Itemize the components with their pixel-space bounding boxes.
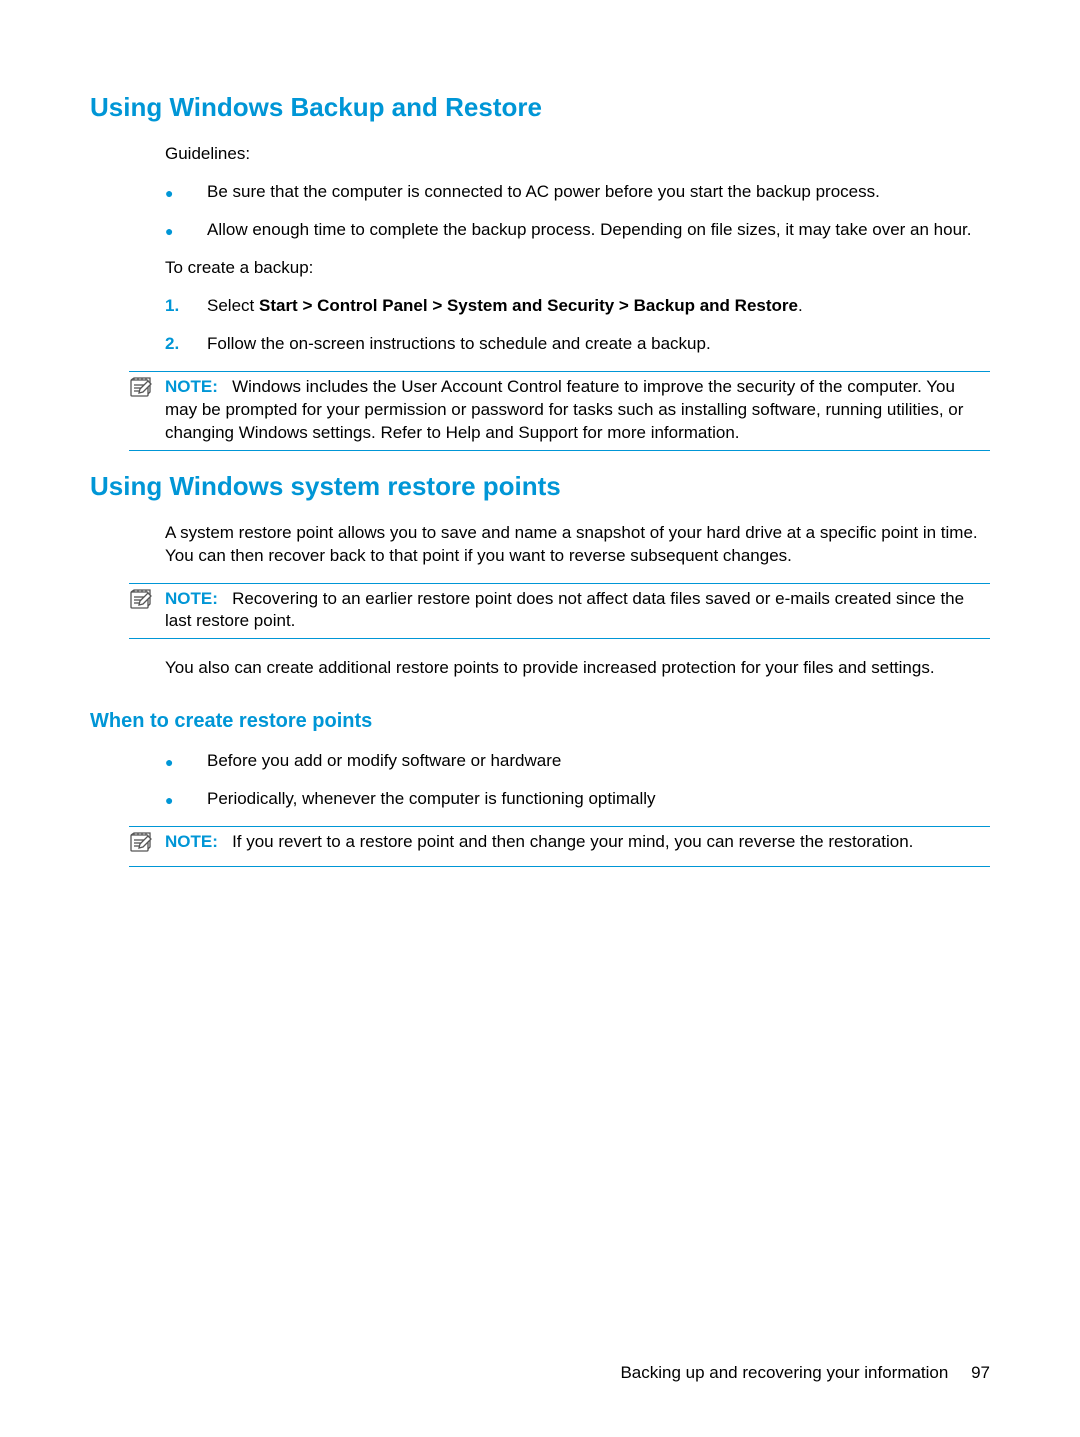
note-content: NOTE: Recovering to an earlier restore p… [165,588,990,634]
note-body: Windows includes the User Account Contro… [165,377,963,442]
note-label: NOTE: [165,589,218,608]
list-item: ● Allow enough time to complete the back… [165,219,990,242]
bullet-text: Periodically, whenever the computer is f… [207,788,990,811]
list-item: 1. Select Start > Control Panel > System… [165,295,990,318]
bullet-icon: ● [165,750,207,773]
heading-backup-restore: Using Windows Backup and Restore [90,90,990,125]
note-body: Recovering to an earlier restore point d… [165,589,964,631]
list-item: ● Periodically, whenever the computer is… [165,788,990,811]
bullet-icon: ● [165,181,207,204]
bullet-icon: ● [165,219,207,242]
footer-page-number: 97 [971,1363,990,1382]
list-item: 2. Follow the on-screen instructions to … [165,333,990,356]
note-icon [129,376,165,406]
note-content: NOTE: Windows includes the User Account … [165,376,990,445]
note-content: NOTE: If you revert to a restore point a… [165,831,990,854]
guidelines-bullets: ● Be sure that the computer is connected… [165,181,990,242]
note-icon [129,831,165,861]
bullet-text: Before you add or modify software or har… [207,750,990,773]
bullet-text: Be sure that the computer is connected t… [207,181,990,204]
note-box: NOTE: If you revert to a restore point a… [129,826,990,867]
page-footer: Backing up and recovering your informati… [620,1362,990,1385]
step-path: Start > Control Panel > System and Secur… [259,296,798,315]
list-item: ● Be sure that the computer is connected… [165,181,990,204]
heading-restore-points: Using Windows system restore points [90,469,990,504]
when-create-bullets: ● Before you add or modify software or h… [165,750,990,811]
footer-text: Backing up and recovering your informati… [620,1363,948,1382]
guidelines-label: Guidelines: [165,143,990,166]
note-box: NOTE: Recovering to an earlier restore p… [129,583,990,640]
step-number: 2. [165,333,207,356]
step-prefix: Select [207,296,259,315]
bullet-text: Allow enough time to complete the backup… [207,219,990,242]
note-body: If you revert to a restore point and the… [232,832,913,851]
step-number: 1. [165,295,207,318]
note-icon [129,588,165,618]
restore-intro: A system restore point allows you to sav… [165,522,990,568]
page-content: Using Windows Backup and Restore Guideli… [0,0,1080,867]
step-text: Follow the on-screen instructions to sch… [207,333,990,356]
heading-when-create: When to create restore points [90,708,990,735]
note-label: NOTE: [165,832,218,851]
step-text: Select Start > Control Panel > System an… [207,295,990,318]
note-label: NOTE: [165,377,218,396]
create-backup-label: To create a backup: [165,257,990,280]
bullet-icon: ● [165,788,207,811]
step-suffix: . [798,296,803,315]
note-box: NOTE: Windows includes the User Account … [129,371,990,451]
list-item: ● Before you add or modify software or h… [165,750,990,773]
restore-additional: You also can create additional restore p… [165,657,990,680]
create-backup-steps: 1. Select Start > Control Panel > System… [165,295,990,356]
